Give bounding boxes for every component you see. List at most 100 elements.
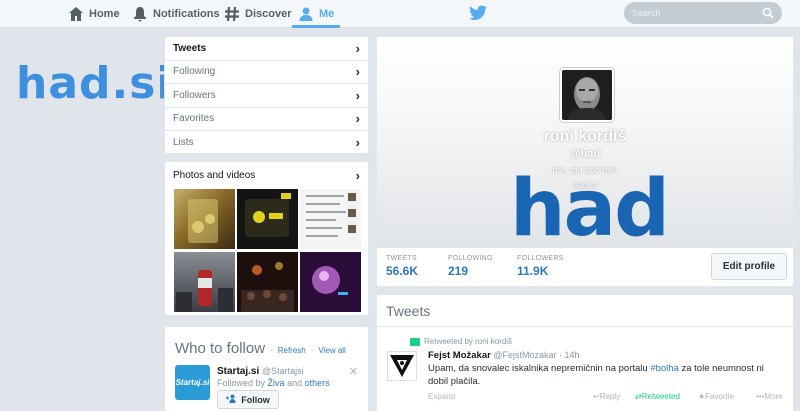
separator-dot: · (310, 346, 314, 355)
tweet-text: Upam, da snovalec iskalnika nepremičnin … (428, 363, 785, 388)
menu-item-label: Favorites (173, 113, 215, 125)
hashtag-link[interactable]: #bolha (650, 363, 679, 374)
retweet-icon (410, 337, 420, 346)
hashtag-icon (224, 6, 240, 22)
avatar[interactable] (560, 68, 614, 122)
bell-icon (132, 6, 148, 22)
stat-label: FOLLOWING (448, 255, 493, 262)
home-icon (68, 6, 84, 22)
tweet-header: Fejst Možakar @FejstMozakar · 14h (428, 350, 580, 361)
chevron-right-icon: › (355, 87, 360, 103)
profile-header-banner: had roni kordiš @had me, me and me! had.… (377, 37, 793, 248)
suggestion-display-name: Startaj.si (217, 366, 260, 377)
profile-stats-bar: TWEETS 56.6K FOLLOWING 219 FOLLOWERS 11.… (377, 247, 793, 286)
menu-item-tweets[interactable]: Tweets › (165, 37, 368, 61)
tweet-text-part: Upam, da snovalec iskalnika nepremičnin … (428, 363, 651, 374)
stat-value: 56.6K (386, 264, 419, 278)
photo-thumbnail[interactable] (174, 252, 235, 312)
profile-card: had roni kordiš @had me, me and me! had.… (376, 36, 794, 287)
menu-item-label: Following (173, 66, 216, 78)
expand-link[interactable]: Expand (428, 392, 455, 401)
retweeted-action[interactable]: ⇄ Retweeted (635, 392, 680, 401)
profile-url-link[interactable]: had.si (377, 180, 793, 190)
profile-nav-menu: Tweets › Following › Followers › Favorit… (164, 36, 369, 154)
top-nav-bar: Home Notifications Discover Me (0, 0, 800, 28)
stat-following[interactable]: FOLLOWING 219 (448, 255, 493, 278)
nav-notifications-label: Notifications (153, 8, 220, 20)
favorite-action[interactable]: ★ Favorite (698, 392, 734, 401)
followed-by-and: and (287, 378, 303, 388)
photos-header[interactable]: Photos and videos › (165, 162, 368, 188)
menu-item-followers[interactable]: Followers › (165, 84, 368, 108)
separator-dot: · (270, 346, 273, 355)
twitter-bird-icon[interactable] (469, 5, 487, 21)
reply-label: Reply (599, 392, 621, 401)
nav-me[interactable]: Me (291, 0, 341, 28)
follow-button-label: Follow (241, 394, 270, 405)
tweet-time[interactable]: · 14h (559, 350, 580, 360)
photo-thumbnail[interactable] (300, 189, 361, 249)
chevron-right-icon: › (355, 64, 360, 80)
follow-suggestion: Startaj.si Startaj.si @Startajsi Followe… (175, 365, 362, 411)
menu-item-favorites[interactable]: Favorites › (165, 108, 368, 131)
retweeted-by-line: Retweeted by roni kordiš (410, 337, 512, 346)
stat-label: FOLLOWERS (517, 255, 564, 262)
menu-item-label: Lists (173, 137, 194, 149)
photo-thumbnail[interactable] (300, 252, 361, 312)
chevron-right-icon: › (355, 111, 360, 127)
tweets-card: Tweets Retweeted by roni kordiš Fejst Mo… (376, 294, 794, 411)
profile-handle: @had (569, 148, 601, 160)
close-icon[interactable]: ✕ (349, 365, 358, 378)
chevron-right-icon: › (355, 40, 360, 56)
nav-discover[interactable]: Discover (224, 0, 291, 28)
photo-thumbnail[interactable] (237, 252, 298, 312)
nav-notifications[interactable]: Notifications (132, 0, 220, 28)
search-input[interactable] (632, 8, 762, 18)
refresh-link[interactable]: Refresh (278, 346, 306, 355)
suggestion-handle: @Startajsi (262, 366, 304, 376)
site-logo: had.si (16, 58, 173, 109)
avatar[interactable]: Startaj.si (175, 365, 210, 400)
nav-discover-label: Discover (245, 8, 292, 20)
menu-item-lists[interactable]: Lists › (165, 131, 368, 155)
tweet-author-name[interactable]: Fejst Možakar (428, 350, 491, 361)
follow-button[interactable]: Follow (217, 390, 279, 409)
followed-by-user-link[interactable]: Živa (268, 378, 285, 388)
nav-me-label: Me (319, 8, 335, 20)
edit-profile-button[interactable]: Edit profile (711, 253, 787, 280)
nav-home[interactable]: Home (68, 0, 120, 28)
menu-item-label: Tweets (173, 42, 207, 54)
retweeted-label: Retweeted (641, 392, 680, 401)
search-icon[interactable] (762, 7, 774, 19)
stat-followers[interactable]: FOLLOWERS 11.9K (517, 255, 564, 278)
favorite-label: Favorite (705, 392, 735, 401)
who-to-follow-title: Who to follow (175, 340, 266, 357)
reply-action[interactable]: ↩ Reply (593, 392, 620, 401)
tweets-title: Tweets (377, 295, 793, 327)
search-box[interactable] (624, 2, 782, 24)
who-to-follow-header: Who to follow · Refresh · View all (165, 327, 368, 357)
photos-and-videos-card: Photos and videos › (164, 161, 369, 316)
avatar[interactable] (387, 351, 417, 381)
chevron-right-icon: › (355, 135, 360, 151)
menu-item-following[interactable]: Following › (165, 61, 368, 84)
person-icon (298, 6, 314, 22)
view-all-link[interactable]: View all (318, 346, 345, 355)
photo-thumbnail[interactable] (174, 189, 235, 249)
retweeted-by-text[interactable]: Retweeted by roni kordiš (424, 337, 512, 346)
followed-by-prefix: Followed by (217, 378, 266, 388)
menu-item-label: Followers (173, 89, 216, 101)
more-action[interactable]: ••• More (756, 392, 783, 401)
photos-title: Photos and videos (173, 169, 256, 181)
chevron-right-icon: › (355, 167, 360, 183)
tweet-author-handle[interactable]: @FejstMozakar (493, 350, 556, 360)
followed-by-text: Followed by Živa and others (217, 378, 330, 388)
suggestion-name[interactable]: Startaj.si @Startajsi (217, 366, 304, 377)
photo-thumbnail[interactable] (237, 189, 298, 249)
followed-by-others-link[interactable]: others (305, 378, 330, 388)
add-user-icon (226, 394, 237, 405)
stat-tweets[interactable]: TWEETS 56.6K (386, 255, 418, 278)
stat-value: 219 (448, 264, 469, 278)
profile-name: roni kordiš (543, 128, 627, 145)
profile-bio: me, me and me! (552, 165, 618, 175)
